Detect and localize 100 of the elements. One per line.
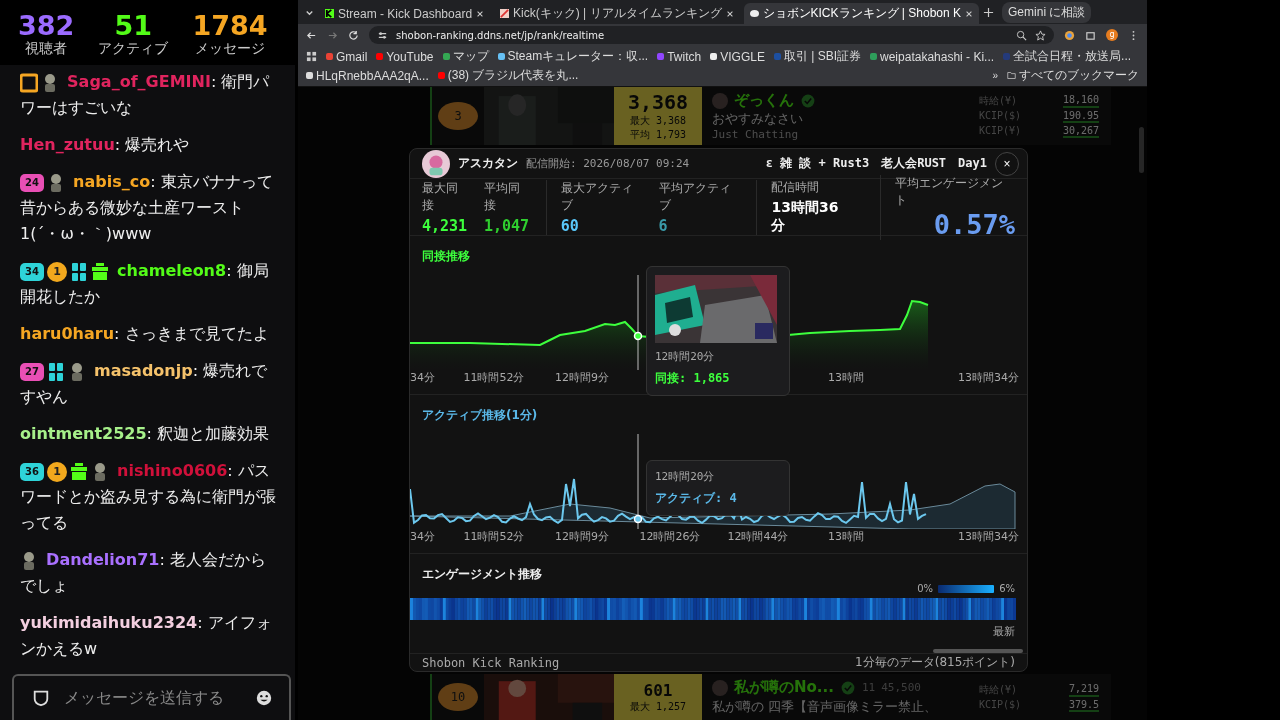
close-icon[interactable]	[965, 9, 974, 18]
avatar	[712, 679, 728, 696]
stat-value: 1784	[192, 12, 268, 40]
stat-value: 18,160	[1062, 94, 1099, 108]
browser-tab[interactable]: Stream - Kick Dashboard	[319, 3, 491, 24]
gemini-button[interactable]: Gemini に相談	[1002, 1, 1092, 23]
latest-label: 最新	[993, 624, 1016, 639]
engagement-value: 0.57%	[933, 208, 1015, 240]
bookmark[interactable]: VIGGLE	[710, 49, 765, 64]
folder-icon	[1007, 71, 1016, 80]
legend-label: 6%	[999, 583, 1015, 594]
chat-message: yukimidaihuku2324: アイフォンかえるw	[20, 612, 273, 660]
square-badge-icon	[20, 72, 38, 93]
axis-label: 12時間26分	[638, 529, 702, 544]
axis-label: 34分	[410, 529, 436, 544]
stream-title: 私が噂の 四季【音声画像ミラー禁止、	[712, 698, 939, 716]
stat-value: 4,231	[422, 216, 469, 235]
rank-number: 10	[438, 683, 478, 711]
chat-message: 34 1 chameleon8: 御局開花したか	[20, 260, 270, 308]
bookmark[interactable]: 取引 | SBI証券	[773, 48, 862, 65]
subscriber-badge: 34	[20, 262, 44, 281]
all-bookmarks-folder[interactable]: すべてのブックマーク	[1007, 67, 1139, 84]
stat-value: 1,047	[483, 216, 531, 235]
stat-label: KCIP(¥)	[979, 125, 1022, 138]
stat-label: KCIP($)	[979, 110, 1022, 123]
axis-label: 13時間34分	[957, 370, 1019, 385]
site-settings-icon[interactable]	[377, 29, 388, 41]
stream-start-time: 配信開始: 2026/08/07 09:24	[526, 156, 690, 171]
data-point-marker	[633, 331, 643, 341]
chat-message: Saga_of_GEMINI: 衛門パワーはすごいな	[20, 71, 271, 119]
axis-label: 12時間9分	[554, 529, 610, 544]
verified-icon	[800, 92, 816, 109]
subscriber-badge: 27	[20, 362, 44, 381]
tab-title: ショボンKICKランキング | Shobon K	[762, 5, 962, 22]
bookmark[interactable]: Gmail	[326, 49, 368, 64]
bookmark[interactable]: YouTube	[376, 49, 434, 64]
face-favicon-icon	[749, 9, 759, 18]
address-bar[interactable]: shobon-ranking.ddns.net/jp/rank/realtime	[369, 26, 1054, 44]
stat-label: アクティブ	[98, 40, 169, 58]
axis-label: 13時間	[827, 529, 865, 544]
chat-message: Dandelion71: 老人会だからでしょ	[20, 549, 267, 597]
puzzle-icon[interactable]	[1085, 29, 1096, 41]
legend-label: 0%	[917, 583, 934, 594]
chat-message: haru0haru: さっきまで見てたよ	[20, 323, 270, 345]
shield-icon[interactable]	[32, 689, 50, 707]
close-button[interactable]: ×	[995, 151, 1019, 176]
browser-tab[interactable]: Kick(キック) | リアルタイムランキング	[494, 3, 740, 24]
stream-title: ε 雑 談 + Rust3 老人会RUST Day1	[765, 155, 987, 172]
close-icon[interactable]	[476, 9, 485, 18]
axis-label: 12時間9分	[554, 370, 610, 385]
stat-value: 382	[18, 12, 75, 40]
more-bookmarks-button[interactable]: »	[992, 70, 998, 81]
bookmark[interactable]: Twitch	[657, 49, 702, 64]
apps-icon[interactable]	[306, 51, 317, 62]
bookmark[interactable]: マップ	[442, 48, 489, 65]
reload-icon[interactable]	[348, 29, 359, 41]
message-field[interactable]: メッセージを送信する	[12, 674, 291, 720]
message-input[interactable]: メッセージを送信する	[62, 688, 243, 708]
streamer-name: アスカタン	[458, 155, 518, 172]
axis-label: 12時間44分	[726, 529, 790, 544]
bookmark[interactable]: HLqRnebbAAA2qA...	[306, 68, 429, 83]
axis-label: 11時間52分	[462, 370, 526, 385]
data-point-marker	[633, 514, 643, 524]
tooltip-time: 12時間20分	[655, 349, 716, 364]
bookmark[interactable]: Steamキュレーター：収...	[497, 48, 649, 65]
viewer-count: 601	[643, 680, 673, 700]
max-viewers: 最大 3,368	[629, 114, 687, 128]
viewer-count: 3,368	[627, 90, 689, 114]
stat-label: 最大同接	[422, 179, 459, 214]
stat-label: メッセージ	[194, 40, 265, 58]
close-icon[interactable]	[725, 9, 734, 18]
emoji-icon[interactable]	[255, 689, 273, 707]
star-icon[interactable]	[1035, 29, 1046, 41]
bookmark[interactable]: 全試合日程・放送局...	[1003, 48, 1132, 65]
max-viewers: 最大 1,257	[629, 699, 687, 714]
extension-icon[interactable]	[1064, 29, 1075, 41]
tooltip-value: 同接: 1,865	[655, 370, 731, 387]
og-badge-icon	[47, 361, 65, 382]
tooltip-time: 12時間20分	[655, 469, 716, 484]
stat-label: 平均アクティブ	[658, 179, 732, 214]
coin-badge: 1	[47, 461, 67, 482]
stat-value: 379.5	[1068, 698, 1099, 712]
chat-message: Hen_zutuu: 爆売れや	[20, 134, 191, 156]
stat-value: 13時間36分	[771, 199, 840, 235]
new-tab-icon[interactable]	[983, 6, 995, 18]
subscriber-badge: 24	[20, 173, 44, 192]
coin-badge: 1	[47, 261, 67, 282]
bookmark[interactable]: (38) ブラジル代表を丸...	[437, 67, 579, 84]
bookmark[interactable]: weipatakahashi - Ki...	[870, 49, 995, 64]
tooltip-value: アクティブ: 4	[655, 490, 738, 507]
stat-value: 60	[560, 216, 580, 235]
stat-value: 7,219	[1068, 682, 1099, 697]
kick-favicon-icon	[325, 9, 334, 18]
stat-value: 6	[658, 216, 669, 235]
browser-tab[interactable]: ショボンKICKランキング | Shobon K	[743, 3, 980, 24]
scrollbar[interactable]	[1139, 127, 1144, 173]
scrollbar[interactable]	[933, 649, 1023, 653]
average-viewers: 平均 1,793	[629, 128, 687, 142]
ranking-favicon-icon	[500, 9, 510, 18]
zoom-icon[interactable]	[1016, 29, 1027, 41]
